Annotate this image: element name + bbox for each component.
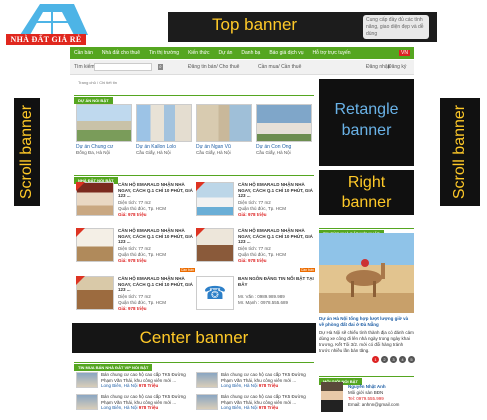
search-label: Tìm kiếm: [74, 64, 95, 70]
main-nav: Cần bán Nhà đất cho thuê Tin thị trường …: [70, 47, 414, 59]
project-area: Đống Đa, Hà Nội: [76, 150, 111, 155]
project-area: Cầu Giấy, Hà Nội: [256, 150, 291, 155]
listing-image: [196, 182, 234, 216]
top-banner-label: Top banner: [212, 15, 298, 34]
news-text: Dự án Hà Nội tổng hợp lượt lượng giờ và …: [319, 316, 414, 353]
listing-card[interactable]: CĂN HỘ EMARALD NHẬN NHÀ NGAY, CÁCH Q.1 C…: [76, 276, 194, 322]
vip-item[interactable]: Bán chung cư cao hộ cao cấp TK5 Đường Ph…: [76, 394, 194, 412]
section-header-vip: Tin mua bán nhà đất VIP nổi bật: [74, 356, 314, 371]
right-banner[interactable]: Right banner: [319, 170, 414, 215]
section-header-featured: Dự án nổi bật: [74, 89, 314, 104]
project-area: Cầu Giấy, Hà Nội: [136, 150, 171, 155]
breadcrumb: Trang chủ / Chi tiết tin: [78, 80, 117, 85]
vip-image: [196, 372, 218, 388]
nav-item[interactable]: Kiến thức: [188, 50, 209, 56]
listing-image: [76, 182, 114, 216]
agent-info: Nguyễn Nhật Anh Môi giới sàn BĐN Tel: 09…: [348, 384, 400, 407]
center-banner[interactable]: Center banner: [72, 323, 316, 353]
vip-item[interactable]: Bán chung cư cao hộ cao cấp TK5 Đường Ph…: [196, 372, 314, 390]
status-badge: Cần bán: [299, 268, 315, 272]
nav-item[interactable]: Hỗ trợ trực tuyến: [313, 50, 351, 56]
vip-image: [76, 372, 98, 388]
vip-image: [76, 394, 98, 410]
logo-text: NHÀ ĐẤT GIÁ RẺ: [6, 34, 86, 45]
register-link[interactable]: Đăng ký: [388, 64, 406, 70]
project-image: [76, 104, 132, 142]
post-buy-link[interactable]: Cần mua/ Cần thuê: [258, 64, 301, 70]
listing-card[interactable]: CĂN HỘ EMARALD NHẬN NHÀ NGAY, CÁCH Q.1 C…: [76, 182, 194, 228]
listing-image: [76, 228, 114, 262]
site-logo[interactable]: NHÀ ĐẤT GIÁ RẺ: [6, 2, 88, 45]
section-header-hot: Nhà đất nổi bật: [74, 169, 314, 184]
post-sale-link[interactable]: Đăng tin bán/ Cho thuê: [188, 64, 239, 70]
project-area: Cầu Giấy, Hà Nội: [196, 150, 231, 155]
project-card[interactable]: Dự án Con Ong Cầu Giấy, Hà Nội: [256, 104, 312, 155]
news-pagination: 1 2 3 4 5: [372, 356, 415, 363]
language-switch[interactable]: VN: [399, 50, 410, 56]
search-icon[interactable]: ⌕: [158, 64, 163, 70]
phone-icon: ☎: [196, 276, 234, 310]
scroll-banner-right[interactable]: Scroll banner: [440, 98, 480, 206]
rectangle-banner[interactable]: Retangle banner: [319, 79, 414, 166]
news-image[interactable]: [319, 233, 414, 313]
search-bar: Tìm kiếm ⌕ Đăng tin bán/ Cho thuê Cần mu…: [70, 60, 414, 75]
nav-item[interactable]: Cần bán: [74, 50, 93, 56]
listing-card-ad[interactable]: ☎ BAN NGÔN ĐĂNG TIN NỔI BẬT TẠI ĐÂY Mr. …: [196, 276, 314, 322]
nav-item[interactable]: Dự án: [218, 50, 232, 56]
listing-card[interactable]: CĂN HỘ EMARALD NHẬN NHÀ NGAY, CÁCH Q.1 C…: [196, 182, 314, 228]
section-header-agent: Môi giới nổi bật: [319, 370, 414, 385]
house-roof-icon: [20, 4, 88, 35]
project-card[interactable]: Dự án Chung cư Đống Đa, Hà Nội: [76, 104, 132, 155]
listing-image: [196, 228, 234, 262]
project-card[interactable]: Dự án Ngan Vũ Cầu Giấy, Hà Nội: [196, 104, 252, 155]
login-link[interactable]: Đăng nhập: [366, 64, 390, 70]
vip-item[interactable]: Bán chung cư cao hộ cao cấp TK5 Đường Ph…: [196, 394, 314, 412]
vip-item[interactable]: Bán chung cư cao hộ cao cấp TK5 Đường Ph…: [76, 372, 194, 390]
search-input[interactable]: [94, 63, 152, 71]
nav-item[interactable]: Tin thị trường: [149, 50, 179, 56]
top-banner-ad-box: Cung cấp đầy đủ các tính năng, giao diện…: [363, 15, 429, 39]
project-card[interactable]: Dự án Kallon Lolo Cầu Giấy, Hà Nội: [136, 104, 192, 155]
avatar[interactable]: [321, 382, 343, 412]
project-image: [196, 104, 252, 142]
vip-image: [196, 394, 218, 410]
scroll-banner-left[interactable]: Scroll banner: [14, 98, 40, 206]
project-image: [256, 104, 312, 142]
status-badge: Cần bán: [179, 268, 195, 272]
camel-illustration: [346, 259, 385, 297]
section-header-news: Tin tức nhà đất mới nhất: [319, 222, 414, 237]
nav-item[interactable]: Nhà đất cho thuê: [102, 50, 140, 56]
nav-item[interactable]: Danh bạ: [241, 50, 260, 56]
project-image: [136, 104, 192, 142]
listing-card[interactable]: Cần bán CĂN HỘ EMARALD NHẬN NHÀ NGAY, CÁ…: [196, 228, 315, 274]
listing-image: [76, 276, 114, 310]
listing-card[interactable]: Cần bán CĂN HỘ EMARALD NHẬN NHÀ NGAY, CÁ…: [76, 228, 195, 274]
nav-item[interactable]: Báo giá dịch vụ: [269, 50, 303, 56]
top-banner[interactable]: Top banner Cung cấp đầy đủ các tính năng…: [168, 12, 437, 42]
